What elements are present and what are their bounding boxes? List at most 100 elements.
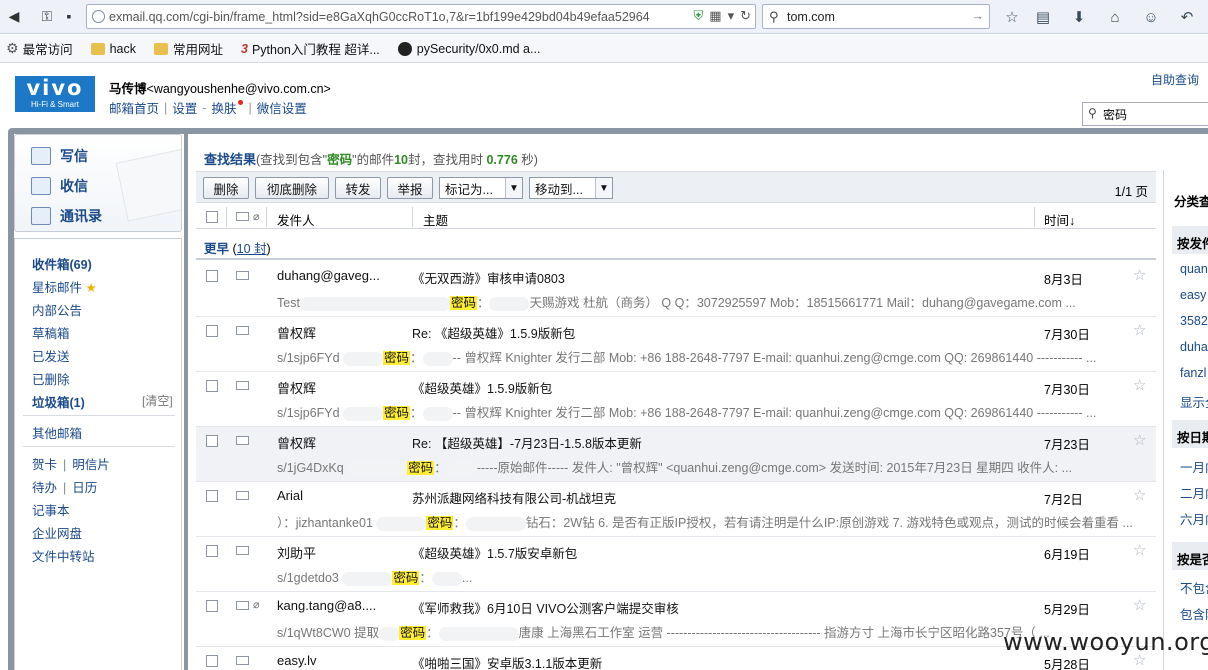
sidebar-item-spam[interactable]: 垃圾箱(1)	[32, 392, 85, 411]
sidebar-item-other[interactable]: 其他邮箱	[32, 423, 82, 442]
row-sender[interactable]: 刘助平	[277, 543, 402, 562]
filter-sender-link[interactable]: fanzl	[1180, 366, 1206, 380]
url-bar[interactable]: exmail.qq.com/cgi-bin/frame_html?sid=e8G…	[86, 4, 756, 29]
clear-spam-link[interactable]: [清空]	[142, 392, 173, 409]
sidebar-item-notes[interactable]: 记事本	[32, 500, 70, 519]
row-checkbox[interactable]	[206, 270, 218, 282]
filter-attach-link[interactable]: 包含附	[1180, 604, 1208, 623]
vivo-logo[interactable]: vivo Hi-Fi & Smart	[15, 76, 95, 112]
wechat-settings-link[interactable]: 微信设置	[257, 98, 307, 117]
undo-icon[interactable]: ↶	[1176, 6, 1198, 28]
delete-button[interactable]: 删除	[203, 177, 249, 199]
contacts-button[interactable]: 通讯录	[31, 206, 102, 226]
key-icon[interactable]: ⚿	[36, 5, 58, 27]
subject-column[interactable]: 主题	[423, 210, 448, 229]
filter-date-link[interactable]: 二月内	[1180, 483, 1208, 502]
row-checkbox[interactable]	[206, 545, 218, 557]
reload-icon[interactable]: ↻	[740, 8, 751, 24]
mail-row[interactable]: 曾权辉 Re: 【超级英雄】-7月23日-1.5.8版本更新 7月23日 ☆ s/1jG…	[196, 427, 1156, 482]
select-all-checkbox[interactable]	[206, 211, 218, 223]
show-all-senders-link[interactable]: 显示全	[1180, 392, 1208, 411]
row-sender[interactable]: 曾权辉	[277, 433, 402, 452]
mark-as-select[interactable]: 标记为... ▼	[439, 177, 523, 199]
star-icon[interactable]: ☆	[1133, 431, 1146, 449]
sidebar-item-sent[interactable]: 已发送	[32, 346, 70, 365]
site-identity-icon[interactable]: ▪	[58, 5, 80, 27]
url-text[interactable]: exmail.qq.com/cgi-bin/frame_html?sid=e8G…	[109, 10, 650, 24]
reading-list-icon[interactable]: ▤	[1032, 6, 1054, 28]
sidebar-item-disk[interactable]: 企业网盘	[32, 523, 82, 542]
star-icon[interactable]: ☆	[1133, 321, 1146, 339]
bookmark-python[interactable]: 3 Python入门教程 超详...	[241, 39, 380, 58]
filter-sender-link[interactable]: easy	[1180, 288, 1206, 302]
mail-row[interactable]: duhang@gaveg... 《无双西游》审核申请0803 8月3日 ☆ Test 密码…	[196, 262, 1156, 317]
sidebar-item-inbox[interactable]: 收件箱(69)	[32, 254, 92, 273]
bookmark-star-icon[interactable]: ☆	[1001, 6, 1023, 28]
group-count-link[interactable]: 10 封	[237, 242, 267, 256]
mail-row[interactable]: Arial 苏州派趣网络科技有限公司-机战坦克 7月2日 ☆ ）：jizhantanke…	[196, 482, 1156, 537]
postcard-link[interactable]: 明信片	[72, 458, 110, 472]
qr-code-icon[interactable]: ▦	[709, 8, 721, 24]
filter-attach-link[interactable]: 不包含	[1180, 578, 1208, 597]
row-checkbox[interactable]	[206, 435, 218, 447]
settings-link[interactable]: 设置	[172, 98, 197, 117]
receive-button[interactable]: 收信	[31, 176, 88, 196]
filter-date-link[interactable]: 六月内	[1180, 509, 1208, 528]
sidebar-item-starred[interactable]: 星标邮件 ★	[32, 277, 97, 296]
go-arrow-icon[interactable]: →	[972, 9, 985, 23]
browser-search-box[interactable]: ⚲ tom.com →	[762, 4, 990, 29]
filter-date-link[interactable]: 一月内	[1180, 457, 1208, 476]
row-checkbox[interactable]	[206, 380, 218, 392]
row-sender[interactable]: duhang@gaveg...	[277, 268, 402, 283]
star-icon[interactable]: ☆	[1133, 376, 1146, 394]
mail-search-input[interactable]: ⚲ 密码	[1082, 102, 1208, 126]
home-icon[interactable]: ⌂	[1104, 6, 1126, 28]
mail-search-value[interactable]: 密码	[1103, 106, 1127, 123]
todo-link[interactable]: 待办	[32, 481, 57, 495]
star-icon[interactable]: ☆	[1133, 486, 1146, 504]
mail-row[interactable]: 曾权辉 Re: 《超级英雄》1.5.9版新包 7月30日 ☆ s/1sjp6FYd 密码…	[196, 317, 1156, 372]
forward-button[interactable]: 转发	[335, 177, 381, 199]
row-sender[interactable]: 曾权辉	[277, 378, 402, 397]
bookmark-pysecurity[interactable]: pySecurity/0x0.md a...	[397, 41, 540, 56]
mail-row[interactable]: 曾权辉 《超级英雄》1.5.9版新包 7月30日 ☆ s/1sjp6FYd 密码： -- …	[196, 372, 1156, 427]
dropdown-arrow-icon[interactable]: ▾	[728, 8, 735, 24]
sidebar-item-drafts[interactable]: 草稿箱	[32, 323, 70, 342]
filter-sender-link[interactable]: quan	[1180, 262, 1208, 276]
star-icon[interactable]: ☆	[1133, 266, 1146, 284]
card-link[interactable]: 贺卡	[32, 458, 57, 472]
row-sender[interactable]: Arial	[277, 488, 402, 503]
row-sender[interactable]: kang.tang@a8....	[277, 598, 402, 613]
row-subject[interactable]: 苏州派趣网络科技有限公司-机战坦克	[412, 488, 616, 507]
sidebar-item-transfer[interactable]: 文件中转站	[32, 546, 95, 565]
calendar-link[interactable]: 日历	[72, 481, 97, 495]
row-subject[interactable]: Re: 《超级英雄》1.5.9版新包	[412, 323, 575, 342]
back-arrow-icon[interactable]: ◀	[3, 5, 25, 27]
mail-row[interactable]: 刘助平 《超级英雄》1.5.7版安卓新包 6月19日 ☆ s/1gdetdo3 密码：.…	[196, 537, 1156, 592]
row-checkbox[interactable]	[206, 600, 218, 612]
row-subject[interactable]: 《军师救我》6月10日 VIVO公测客户端提交审核	[412, 598, 679, 617]
filter-sender-link[interactable]: 3582	[1180, 314, 1208, 328]
self-help-link[interactable]: 自助查询	[1151, 71, 1199, 88]
chat-icon[interactable]: ☺	[1140, 6, 1162, 28]
bookmark-common-sites[interactable]: 常用网址	[153, 39, 223, 58]
row-subject[interactable]: 《超级英雄》1.5.9版新包	[412, 378, 552, 397]
download-icon[interactable]: ⬇	[1068, 6, 1090, 28]
skin-link[interactable]: 换肤	[211, 98, 236, 117]
sender-column[interactable]: 发件人	[277, 210, 315, 229]
bookmark-most-visited[interactable]: ⚙ 最常访问	[6, 39, 73, 58]
filter-sender-link[interactable]: duha	[1180, 340, 1208, 354]
time-column[interactable]: 时间↓	[1044, 210, 1075, 229]
report-button[interactable]: 举报	[387, 177, 433, 199]
shield-icon[interactable]: ⛨	[694, 8, 704, 24]
bookmark-hack[interactable]: hack	[90, 42, 136, 56]
row-checkbox[interactable]	[206, 655, 218, 667]
row-checkbox[interactable]	[206, 490, 218, 502]
compose-button[interactable]: 写信	[31, 146, 88, 166]
row-sender[interactable]: 曾权辉	[277, 323, 402, 342]
move-to-select[interactable]: 移动到... ▼	[529, 177, 613, 199]
row-subject[interactable]: Re: 【超级英雄】-7月23日-1.5.8版本更新	[412, 433, 642, 452]
star-icon[interactable]: ☆	[1133, 596, 1146, 614]
browser-search-value[interactable]: tom.com	[787, 10, 835, 24]
row-checkbox[interactable]	[206, 325, 218, 337]
